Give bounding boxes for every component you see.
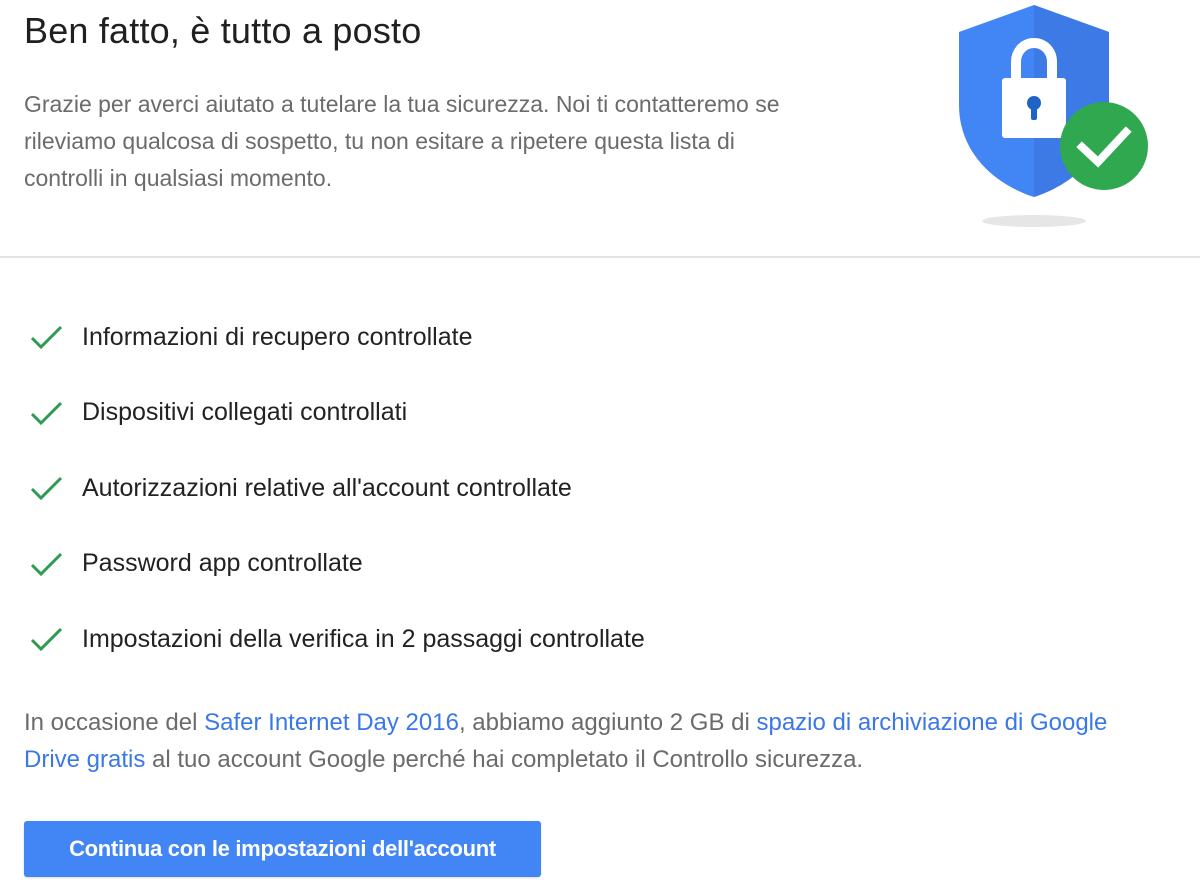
list-item: Autorizzazioni relative all'account cont… — [24, 463, 645, 513]
safer-internet-day-link[interactable]: Safer Internet Day 2016 — [204, 709, 459, 736]
lock-keyhole-slot — [1031, 106, 1037, 120]
note-text-2: , abbiamo aggiunto 2 GB di — [458, 709, 757, 736]
checkmark-icon — [30, 552, 63, 576]
list-item-label: Dispositivi collegati controllati — [82, 398, 408, 426]
list-item: Impostazioni della verifica in 2 passagg… — [24, 614, 645, 664]
checkmark-icon — [30, 401, 63, 425]
list-item: Password app controllate — [24, 539, 645, 589]
shield-shadow — [982, 215, 1086, 227]
continue-to-account-settings-button[interactable]: Continua con le impostazioni dell'accoun… — [24, 821, 541, 877]
checklist: Informazioni di recupero controllate Dis… — [24, 312, 645, 690]
intro-text: Grazie per averci aiutato a tutelare la … — [24, 91, 780, 191]
header: Ben fatto, è tutto a posto Grazie per av… — [0, 0, 1200, 258]
list-item-label: Password app controllate — [82, 549, 363, 577]
list-item: Dispositivi collegati controllati — [24, 388, 645, 438]
note-text-1: In occasione del — [24, 709, 205, 736]
list-item: Informazioni di recupero controllate — [24, 312, 645, 362]
page-title: Ben fatto, è tutto a posto — [24, 10, 422, 51]
check-badge — [1060, 102, 1148, 190]
list-item-label: Informazioni di recupero controllate — [82, 322, 473, 351]
checkmark-icon — [30, 627, 63, 652]
list-item-label: Impostazioni della verifica in 2 passagg… — [82, 624, 645, 653]
list-item-label: Autorizzazioni relative all'account cont… — [82, 473, 572, 502]
checkmark-icon — [30, 325, 63, 350]
storage-bonus-note: In occasione del Safer Internet Day 2016… — [24, 704, 1164, 778]
shield-lock-check-icon — [959, 5, 1148, 227]
note-text-3: al tuo account Google perché hai complet… — [145, 746, 864, 773]
checkmark-icon — [30, 476, 63, 501]
